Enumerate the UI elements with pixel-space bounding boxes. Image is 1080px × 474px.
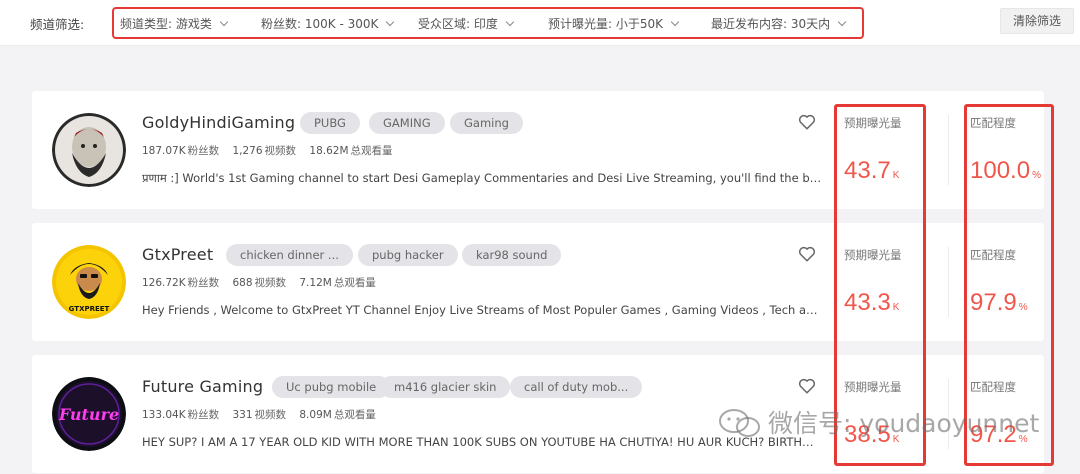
channel-tag[interactable]: kar98 sound	[462, 244, 562, 266]
channel-tag[interactable]: m416 glacier skin	[380, 376, 511, 398]
avatar[interactable]	[52, 113, 126, 187]
match-degree-value: 97.9%	[970, 289, 1028, 316]
filter-expected-exposure-label: 预计曝光量: 小于50K	[548, 17, 663, 31]
filter-recent-content-label: 最近发布内容: 30天内	[711, 17, 831, 31]
svg-text:GTXPREET: GTXPREET	[69, 305, 110, 313]
filter-label: 频道筛选:	[30, 17, 85, 32]
channel-tag[interactable]: Uc pubg mobile	[272, 376, 391, 398]
channel-tag[interactable]: call of duty mob...	[510, 376, 643, 398]
channel-tag[interactable]: Gaming	[450, 112, 523, 134]
expected-exposure-label: 预期曝光量	[844, 116, 902, 130]
channel-description: Hey Friends , Welcome to GtxPreet YT Cha…	[142, 303, 822, 317]
filter-expected-exposure[interactable]: 预计曝光量: 小于50K	[548, 15, 680, 32]
channel-card[interactable]: GTXPREET GtxPreet chicken dinner ... pub…	[32, 223, 1044, 341]
chevron-down-icon	[219, 17, 229, 27]
view-count: 7.12M 总观看量	[299, 277, 376, 289]
channel-name[interactable]: GoldyHindiGaming	[142, 113, 295, 132]
channel-tag[interactable]: GAMING	[369, 112, 445, 134]
heart-icon[interactable]	[798, 377, 816, 395]
filter-channel-type-label: 频道类型: 游戏类	[120, 17, 212, 31]
filter-subscribers-label: 粉丝数: 100K - 300K	[261, 17, 379, 31]
clear-filters-button[interactable]: 清除筛选	[1000, 8, 1074, 34]
expected-exposure-value: 43.7 K	[844, 157, 900, 184]
svg-text:Future: Future	[58, 405, 119, 424]
expected-exposure-value: 43.3 K	[844, 289, 900, 316]
avatar[interactable]: GTXPREET	[52, 245, 126, 319]
chevron-down-icon	[386, 17, 395, 27]
filter-recent-content[interactable]: 最近发布内容: 30天内	[711, 15, 847, 32]
channel-name[interactable]: Future Gaming	[142, 377, 263, 396]
filter-audience-region[interactable]: 受众区域: 印度	[418, 15, 515, 32]
filter-channel-type[interactable]: 频道类型: 游戏类	[120, 15, 229, 32]
filter-subscribers[interactable]: 粉丝数: 100K - 300K	[261, 15, 395, 32]
video-count: 688 视频数	[232, 277, 287, 289]
divider	[948, 115, 949, 185]
view-count: 18.62M 总观看量	[309, 145, 393, 157]
channel-name[interactable]: GtxPreet	[142, 245, 213, 264]
channel-tag[interactable]: pubg hacker	[358, 244, 458, 266]
video-count: 331 视频数	[232, 409, 287, 421]
chevron-down-icon	[670, 17, 680, 27]
channel-stats: 133.04K 粉丝数 331 视频数 8.09M 总观看量	[142, 407, 386, 422]
channel-card[interactable]: GoldyHindiGaming PUBG GAMING Gaming 187.…	[32, 91, 1044, 209]
filter-bar: 频道筛选: 频道类型: 游戏类 粉丝数: 100K - 300K 受众区域: 印…	[0, 0, 1080, 46]
subscriber-count: 126.72K 粉丝数	[142, 277, 220, 289]
divider	[948, 247, 949, 317]
match-degree-label: 匹配程度	[970, 116, 1016, 130]
view-count: 8.09M 总观看量	[299, 409, 376, 421]
channel-stats: 187.07K 粉丝数 1,276 视频数 18.62M 总观看量	[142, 143, 403, 158]
filter-audience-region-label: 受众区域: 印度	[418, 17, 498, 31]
filter-group: 频道类型: 游戏类 粉丝数: 100K - 300K 受众区域: 印度 预计曝光…	[112, 7, 864, 39]
heart-icon[interactable]	[798, 113, 816, 131]
match-degree-label: 匹配程度	[970, 248, 1016, 262]
avatar[interactable]: Future	[52, 377, 126, 451]
channel-stats: 126.72K 粉丝数 688 视频数 7.12M 总观看量	[142, 275, 386, 290]
chevron-down-icon	[505, 17, 515, 27]
expected-exposure-label: 预期曝光量	[844, 380, 902, 394]
channel-tag[interactable]: PUBG	[300, 112, 360, 134]
chevron-down-icon	[837, 17, 847, 27]
channel-description: प्रणाम :] World's 1st Gaming channel to …	[142, 171, 822, 185]
subscriber-count: 133.04K 粉丝数	[142, 409, 220, 421]
watermark-text: 微信号: youdaoyunnet	[768, 409, 1040, 438]
wechat-icon	[719, 409, 760, 437]
heart-icon[interactable]	[798, 245, 816, 263]
video-count: 1,276 视频数	[232, 145, 297, 157]
subscriber-count: 187.07K 粉丝数	[142, 145, 220, 157]
match-degree-label: 匹配程度	[970, 380, 1016, 394]
expected-exposure-label: 预期曝光量	[844, 248, 902, 262]
match-degree-value: 100.0%	[970, 157, 1041, 184]
channel-tag[interactable]: chicken dinner ...	[226, 244, 353, 266]
